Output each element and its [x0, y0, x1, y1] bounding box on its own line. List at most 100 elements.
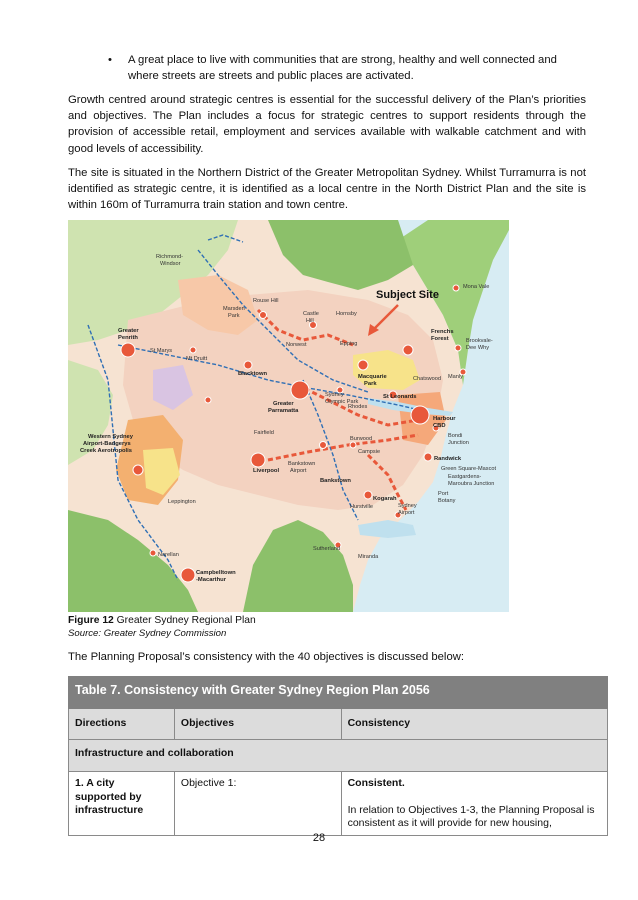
table-intro: The Planning Proposal’s consistency with… — [68, 651, 465, 663]
label-harbour-1: Harbour — [433, 416, 456, 422]
label-windsor: Windsor — [160, 261, 181, 267]
label-macquarie-2: Park — [364, 381, 377, 387]
table-title: Table 7. Consistency with Greater Sydney… — [68, 676, 608, 709]
paragraph-strategic-centres: Growth centred around strategic centres … — [68, 94, 586, 155]
label-mona-vale: Mona Vale — [463, 284, 489, 290]
page-number: 28 — [312, 832, 326, 844]
label-castle-1: Castle — [303, 311, 319, 317]
label-marsden-2: Park — [228, 313, 240, 319]
label-marsden-1: Marsden — [223, 306, 245, 312]
figure-caption-text: Greater Sydney Regional Plan — [116, 615, 256, 626]
centre-narellan — [149, 549, 157, 557]
centre-kogarah — [363, 490, 373, 500]
centre-campbelltown — [180, 567, 196, 583]
label-aerotropolis-2: Airport-Badgerys — [83, 441, 131, 447]
bullet-item: • A great place to live with communities… — [108, 52, 586, 84]
label-bondi-1: Bondi — [448, 433, 462, 439]
label-rouse-hill: Rouse Hill — [253, 298, 279, 304]
label-parramatta-2: Parramatta — [268, 408, 299, 414]
consistency-title: Consistent. — [347, 777, 405, 789]
consistency-text: In relation to Objectives 1-3, the Plann… — [347, 803, 595, 830]
map-graphic: Subject Site Richmond- Windsor Rouse Hil… — [68, 220, 509, 612]
label-brookvale-1: Brookvale- — [466, 338, 493, 344]
label-bondi-2: Junction — [448, 440, 469, 446]
centre-blacktown — [243, 360, 253, 370]
label-kogarah: Kogarah — [373, 496, 397, 502]
label-hornsby: Hornsby — [336, 311, 357, 317]
label-sutherland: Sutherland — [313, 546, 340, 552]
cell-consistency: Consistent. In relation to Objectives 1-… — [340, 771, 609, 836]
figure-source: Source: Greater Sydney Commission — [68, 628, 227, 639]
label-sydney-airport-1: Sydney — [398, 503, 417, 509]
centre-fairfield — [204, 396, 212, 404]
label-campbelltown-2: -Macarthur — [196, 577, 227, 583]
label-macquarie-1: Macquarie — [358, 374, 387, 380]
centre-brookvale — [454, 344, 462, 352]
consistency-table: Table 7. Consistency with Greater Sydney… — [68, 676, 609, 836]
label-fairfield: Fairfield — [254, 430, 274, 436]
label-frenchs-2: Forest — [431, 336, 449, 342]
label-green-square: Green Square-Mascot — [441, 466, 496, 472]
label-campbelltown-1: Campbelltown — [196, 570, 236, 576]
label-norwest: Norwest — [286, 342, 307, 348]
label-castle-2: Hill — [306, 318, 314, 324]
label-manly: Manly — [448, 374, 463, 380]
label-sydney-airport-2: Airport — [398, 510, 415, 516]
label-hurstville: Hurstville — [350, 504, 373, 510]
label-mt-druitt: Mt Druitt — [186, 356, 208, 362]
label-chatswood: Chatswood — [413, 376, 441, 382]
centre-bankstown — [319, 441, 327, 449]
label-frenchs-1: Frenchs — [431, 329, 454, 335]
table-group-row: Infrastructure and collaboration — [68, 739, 608, 772]
centre-greater-penrith — [120, 342, 136, 358]
label-aerotropolis-1: Western Sydney — [88, 434, 134, 440]
label-penrith-1: Greater — [118, 328, 139, 334]
label-sydney-olympic-1: Sydney — [325, 392, 344, 398]
centre-campsie — [349, 441, 357, 449]
label-port-botany-1: Port — [438, 491, 449, 497]
label-aerotropolis-3: Creek Aerotropolis — [80, 448, 132, 454]
cell-objective: Objective 1: — [173, 771, 342, 836]
label-penrith-2: Penrith — [118, 335, 138, 341]
figure-number: Figure 12 — [68, 615, 114, 626]
label-rhodes: Rhodes — [348, 404, 367, 410]
label-campsie: Campsie — [358, 449, 380, 455]
figure-caption: Figure 12 Greater Sydney Regional Plan — [68, 614, 256, 627]
cell-direction: 1. A city supported by infrastructure — [68, 771, 175, 836]
bullet-text: A great place to live with communities t… — [128, 54, 557, 82]
group-label: Infrastructure and collaboration — [68, 739, 608, 772]
centre-greater-parramatta — [290, 380, 310, 400]
bullet-symbol: • — [108, 54, 112, 66]
subject-site-label: Subject Site — [376, 289, 439, 301]
header-directions: Directions — [68, 708, 175, 740]
paragraph-site-location: The site is situated in the Northern Dis… — [68, 167, 586, 212]
label-st-marys: St Marys — [150, 348, 172, 354]
label-bankstown-airport-1: Bankstown — [288, 461, 315, 467]
label-randwick: Randwick — [434, 456, 462, 462]
table-header-row: Directions Objectives Consistency — [68, 708, 609, 740]
centre-randwick — [423, 452, 433, 462]
table-row: 1. A city supported by infrastructure Ob… — [68, 771, 609, 836]
centre-mona-vale — [452, 284, 460, 292]
header-consistency: Consistency — [340, 708, 609, 740]
label-eastgardens-2: Maroubra Junction — [448, 481, 494, 487]
label-brookvale-2: Dee Why — [466, 345, 489, 351]
label-bankstown: Bankstown — [320, 478, 351, 484]
label-burwood: Burwood — [350, 436, 372, 442]
centre-liverpool — [250, 452, 266, 468]
table-title-row: Table 7. Consistency with Greater Sydney… — [68, 676, 608, 709]
label-st-leonards: St Leonards — [383, 394, 417, 400]
centre-frenchs-forest — [402, 344, 414, 356]
label-harbour-2: CBD — [433, 423, 446, 429]
label-epping: Epping — [340, 341, 357, 347]
centre-aerotropolis — [132, 464, 144, 476]
label-liverpool: Liverpool — [253, 468, 279, 474]
label-miranda: Miranda — [358, 554, 379, 560]
label-richmond: Richmond- — [156, 254, 183, 260]
label-leppington: Leppington — [168, 499, 196, 505]
label-eastgardens-1: Eastgardens- — [448, 474, 481, 480]
centre-mt-druitt — [189, 346, 197, 354]
header-objectives: Objectives — [173, 708, 342, 740]
label-port-botany-2: Botany — [438, 498, 456, 504]
centre-macquarie-park — [357, 359, 369, 371]
